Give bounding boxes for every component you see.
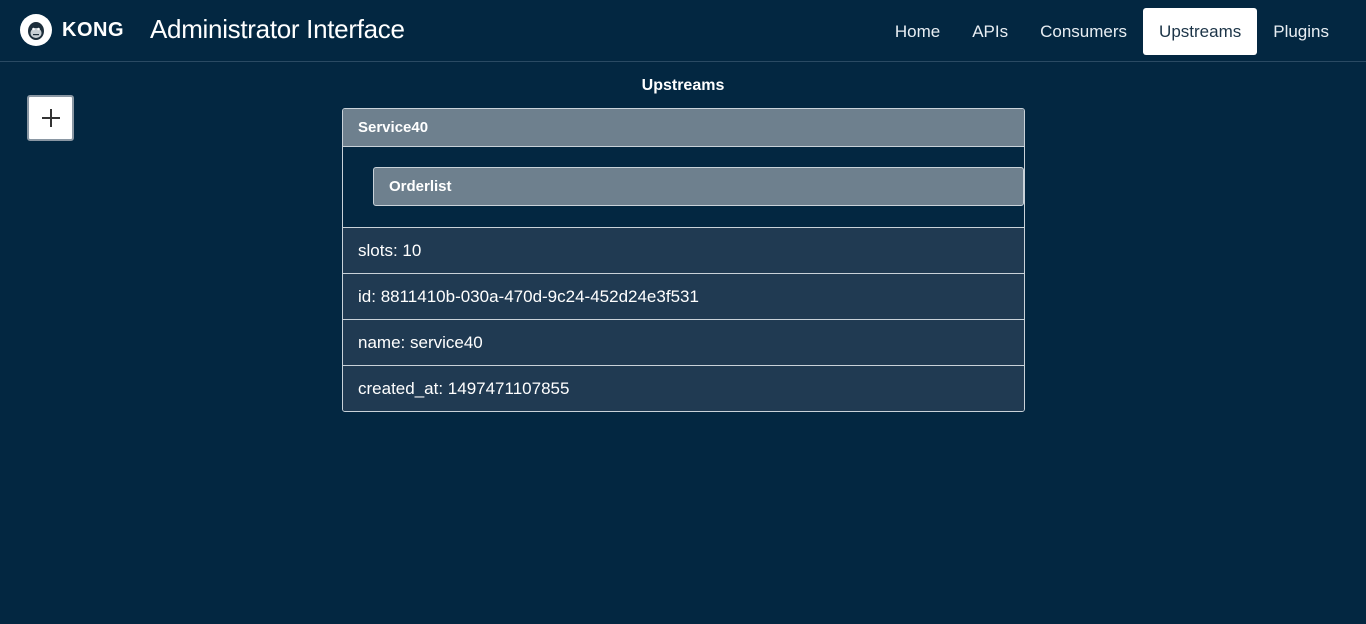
kong-logo-icon[interactable]: [20, 14, 52, 46]
field-row-created-at: created_at: 1497471107855: [343, 366, 1024, 411]
field-key: slots:: [358, 241, 403, 260]
field-row-id: id: 8811410b-030a-470d-9c24-452d24e3f531: [343, 274, 1024, 320]
target-header[interactable]: Orderlist: [373, 167, 1024, 206]
top-navbar: KONG Administrator Interface Home APIs C…: [0, 0, 1366, 62]
field-key: id:: [358, 287, 381, 306]
field-value: 8811410b-030a-470d-9c24-452d24e3f531: [380, 287, 699, 306]
app-title[interactable]: Administrator Interface: [150, 13, 405, 45]
field-row-name: name: service40: [343, 320, 1024, 366]
nav-plugins[interactable]: Plugins: [1257, 8, 1345, 55]
nav-upstreams[interactable]: Upstreams: [1143, 8, 1258, 55]
add-upstream-button[interactable]: [27, 95, 74, 141]
field-value: 10: [402, 241, 422, 260]
nav-home[interactable]: Home: [879, 8, 956, 55]
main-nav: Home APIs Consumers Upstreams Plugins: [879, 8, 1366, 55]
field-row-slots: slots: 10: [343, 228, 1024, 274]
field-key: created_at:: [358, 379, 448, 398]
plus-icon: [41, 109, 60, 127]
upstream-header[interactable]: Service40: [343, 109, 1024, 147]
nav-consumers[interactable]: Consumers: [1024, 8, 1143, 55]
page-title: Upstreams: [641, 77, 725, 94]
brand-name[interactable]: KONG: [62, 17, 124, 43]
upstream-panel: Service40 Orderlist slots: 10 id: 881141…: [342, 108, 1025, 412]
field-value: 1497471107855: [447, 379, 570, 398]
field-value: service40: [409, 333, 483, 352]
field-key: name:: [358, 333, 410, 352]
targets-section: Orderlist: [343, 147, 1024, 228]
nav-apis[interactable]: APIs: [956, 8, 1024, 55]
